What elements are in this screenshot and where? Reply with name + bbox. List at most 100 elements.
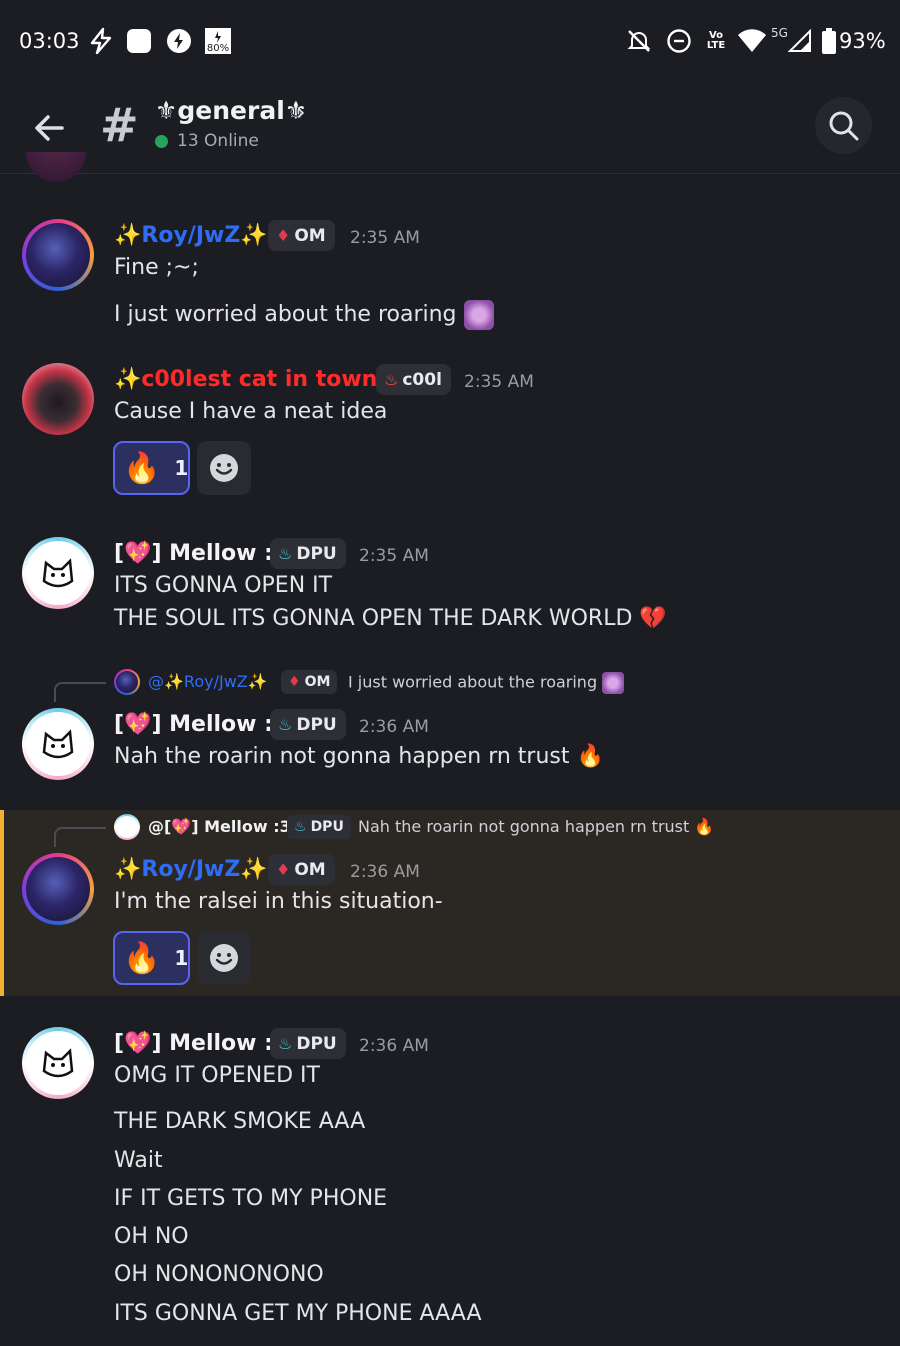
gem-icon: ♦ xyxy=(288,674,301,690)
dnd-icon xyxy=(666,27,692,55)
signal-icon xyxy=(788,27,812,55)
author-name[interactable]: [💖] Mellow :3 xyxy=(114,1031,288,1056)
mute-bell-icon xyxy=(626,27,652,55)
online-text: 13 Online xyxy=(177,131,259,151)
reply-avatar xyxy=(114,669,140,695)
message-line: ITS GONNA OPEN IT xyxy=(114,573,333,598)
reply-connector xyxy=(54,827,106,847)
timestamp: 2:36 AM xyxy=(359,717,429,737)
avatar-roy[interactable] xyxy=(22,219,94,291)
author-name[interactable]: [💖] Mellow :3 xyxy=(114,712,288,737)
timestamp: 2:36 AM xyxy=(350,862,420,882)
message-line: Fine ;~; xyxy=(114,255,199,280)
back-arrow-icon xyxy=(35,115,64,141)
reply-role-tag-label: OM xyxy=(304,674,331,690)
reply-author[interactable]: @✨Roy/JwZ✨ xyxy=(148,672,268,691)
gem-icon: ♦ xyxy=(276,226,291,245)
role-tag[interactable]: ♨ DPU xyxy=(270,709,346,740)
role-tag-label: DPU xyxy=(296,1033,337,1054)
fire-emoji-icon: 🔥 xyxy=(123,940,161,976)
network-5g-label: 5G xyxy=(771,26,788,40)
smiley-icon xyxy=(210,454,238,482)
avatar-cool-cat[interactable] xyxy=(22,363,94,435)
reply-role-tag-label: DPU xyxy=(310,819,344,835)
smiley-icon xyxy=(210,944,238,972)
message-line: OH NO xyxy=(114,1224,189,1249)
teal-flame-icon: ♨ xyxy=(278,1034,293,1053)
reaction-count: 1 xyxy=(174,456,189,480)
reply-preview-text: I just worried about the roaring xyxy=(348,672,598,692)
message-line: ITS GONNA GET MY PHONE AAAA xyxy=(114,1301,482,1326)
message-line: Wait xyxy=(114,1148,163,1173)
reply-author[interactable]: @[💖] Mellow :3 xyxy=(148,817,291,836)
avatar-roy[interactable] xyxy=(22,853,94,925)
reaction-count: 1 xyxy=(174,946,189,970)
cat-drawing-icon xyxy=(42,729,74,759)
message-line: I just worried about the roaring xyxy=(114,300,494,330)
avatar-partial[interactable] xyxy=(26,152,86,184)
channel-name[interactable]: ⚜general⚜ xyxy=(155,96,307,125)
role-tag-label: OM xyxy=(294,225,326,246)
online-count: 13 Online xyxy=(155,131,259,151)
role-tag[interactable]: ♨ c00l xyxy=(376,364,451,395)
teal-flame-icon: ♨ xyxy=(278,544,293,563)
message-line: Cause I have a neat idea xyxy=(114,399,388,424)
battery-icon xyxy=(820,27,838,55)
author-name[interactable]: ✨Roy/JwZ✨ xyxy=(114,223,268,248)
add-reaction-button[interactable] xyxy=(197,931,251,985)
role-tag[interactable]: ♦ OM xyxy=(268,220,335,251)
flame-icon: ♨ xyxy=(384,370,399,389)
teal-flame-icon: ♨ xyxy=(294,819,307,835)
search-button[interactable] xyxy=(815,97,872,154)
reply-preview[interactable]: Nah the roarin not gonna happen rn trust… xyxy=(358,817,714,836)
gem-icon: ♦ xyxy=(276,860,291,879)
status-time: 03:03 xyxy=(19,29,80,53)
timestamp: 2:36 AM xyxy=(359,1036,429,1056)
pony-emote-icon xyxy=(602,672,625,694)
channel-hash-icon: # xyxy=(100,98,139,152)
avatar-mellow[interactable] xyxy=(22,537,94,609)
flash-circle-icon xyxy=(165,27,193,55)
message-line-text: I just worried about the roaring xyxy=(114,302,457,327)
author-name[interactable]: ✨c00lest cat in town✨ xyxy=(114,367,405,392)
role-tag-label: OM xyxy=(294,859,326,880)
wifi-icon xyxy=(737,27,767,55)
author-name[interactable]: ✨Roy/JwZ✨ xyxy=(114,857,268,882)
timestamp: 2:35 AM xyxy=(359,546,429,566)
avatar-mellow[interactable] xyxy=(22,1027,94,1099)
message-line: THE SOUL ITS GONNA OPEN THE DARK WORLD 💔 xyxy=(114,606,667,631)
battery-saver-icon: 80% xyxy=(203,27,233,55)
reply-avatar xyxy=(114,814,140,840)
message-line: OH NONONONONO xyxy=(114,1262,324,1287)
message-line: THE DARK SMOKE AAA xyxy=(114,1109,366,1134)
teal-flame-icon: ♨ xyxy=(278,715,293,734)
online-dot-icon xyxy=(155,134,168,148)
role-tag-label: DPU xyxy=(296,543,337,564)
reply-role-tag: ♨ DPU xyxy=(287,815,351,839)
timestamp: 2:35 AM xyxy=(464,372,534,392)
volte-icon: Vo LTE xyxy=(706,30,726,51)
reply-role-tag: ♦ OM xyxy=(281,670,338,694)
message-line: OMG IT OPENED IT xyxy=(114,1063,320,1088)
status-bar: 03:03 80% Vo LTE 5G 93% xyxy=(0,0,900,84)
role-tag-label: DPU xyxy=(296,714,337,735)
svg-text:80%: 80% xyxy=(207,43,229,54)
message-line: Nah the roarin not gonna happen rn trust… xyxy=(114,744,604,769)
reply-preview[interactable]: I just worried about the roaring xyxy=(348,672,625,694)
fire-emoji-icon: 🔥 xyxy=(123,450,161,486)
app-square-icon xyxy=(125,27,153,55)
role-tag[interactable]: ♨ DPU xyxy=(270,1028,346,1059)
add-reaction-button[interactable] xyxy=(197,441,251,495)
pony-emote-icon xyxy=(463,300,494,330)
cat-drawing-icon xyxy=(42,558,74,588)
chevron-right-icon[interactable]: › xyxy=(296,98,306,126)
avatar-mellow[interactable] xyxy=(22,708,94,780)
role-tag[interactable]: ♦ OM xyxy=(268,854,335,885)
reaction-fire[interactable]: 🔥 1 xyxy=(113,441,190,495)
author-name[interactable]: [💖] Mellow :3 xyxy=(114,541,288,566)
role-tag[interactable]: ♨ DPU xyxy=(270,538,346,569)
reaction-fire[interactable]: 🔥 1 xyxy=(113,931,190,985)
search-icon xyxy=(829,111,858,140)
cat-drawing-icon xyxy=(42,1048,74,1078)
back-button[interactable] xyxy=(28,106,72,150)
